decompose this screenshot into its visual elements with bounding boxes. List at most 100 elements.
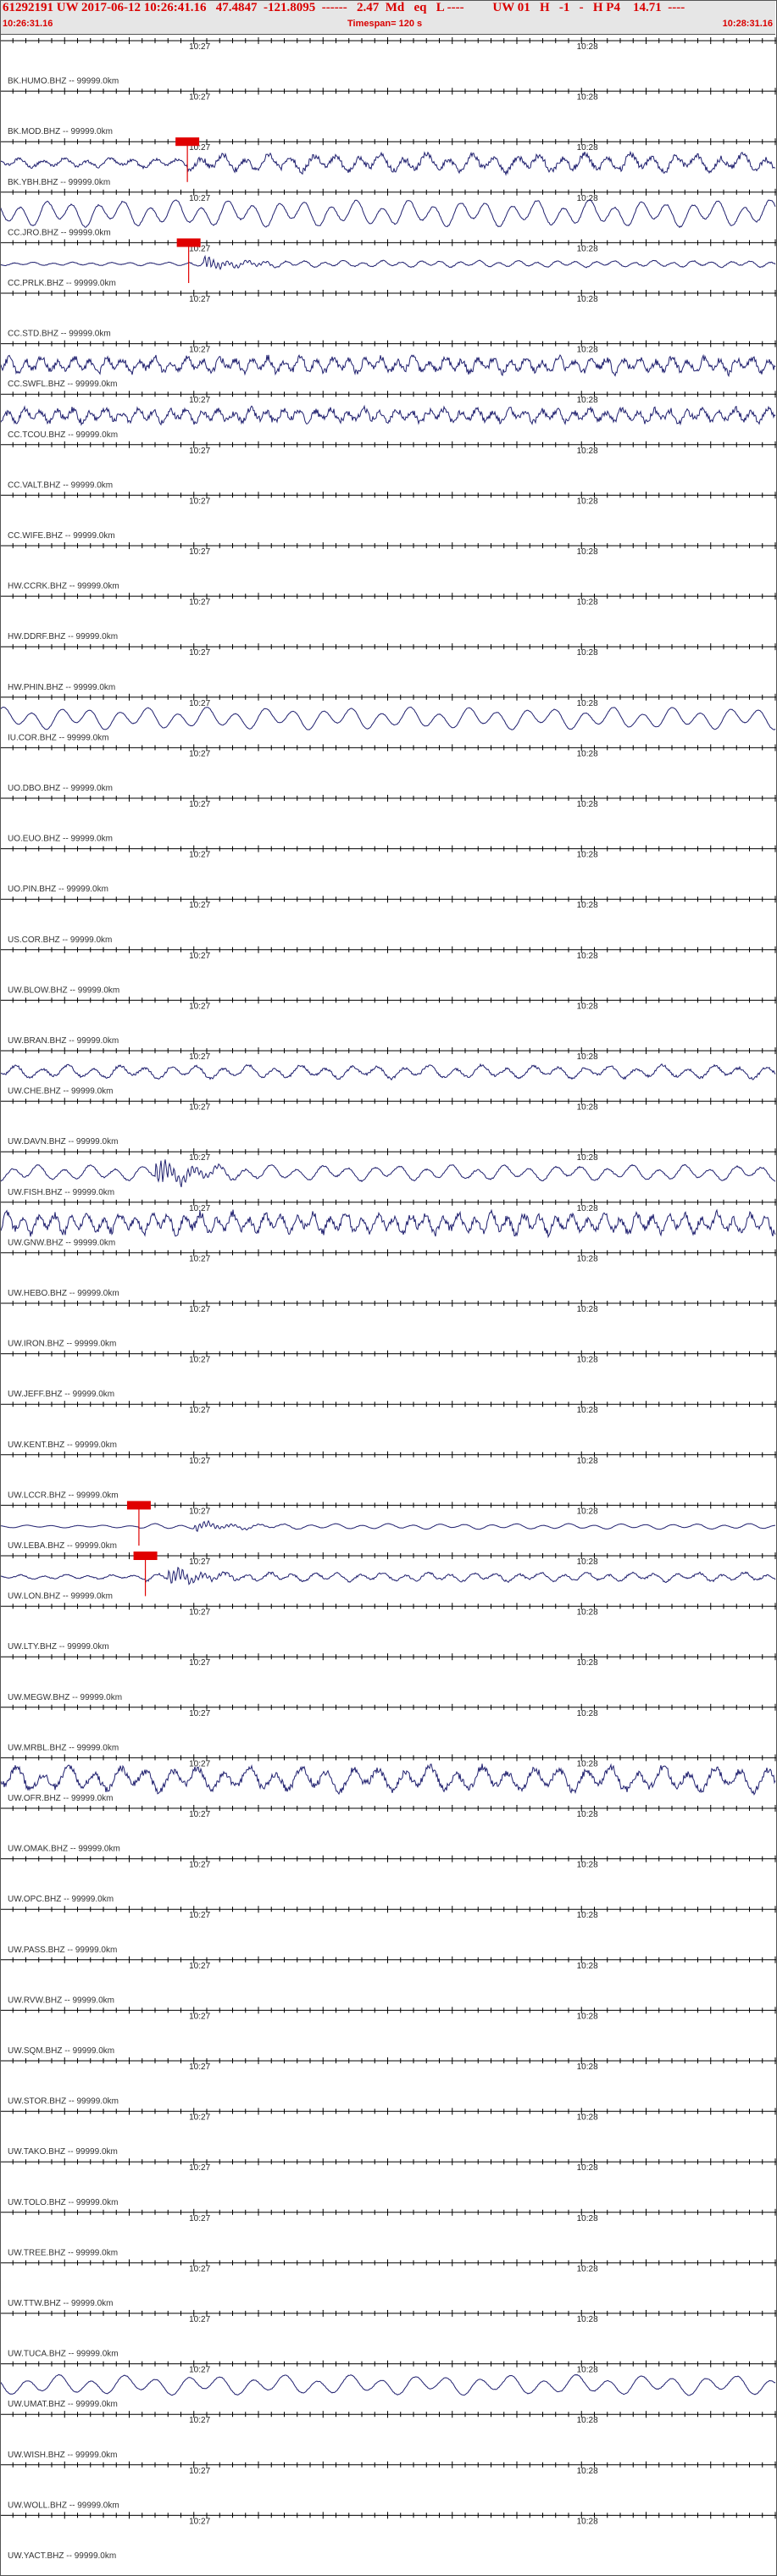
station-label: UW.SQM.BHZ -- 99999.0km xyxy=(8,2046,114,2056)
time-tick-label: 10:28 xyxy=(577,901,598,910)
station-row: 10:27 10:28 UW.SQM.BHZ -- 99999.0km xyxy=(0,2007,777,2056)
time-tick-label: 10:28 xyxy=(577,1103,598,1113)
station-label: UW.RVW.BHZ -- 99999.0km xyxy=(8,1996,114,2005)
time-tick-label: 10:28 xyxy=(577,1204,598,1213)
time-tick-label: 10:27 xyxy=(189,1658,210,1668)
event-summary-line: 61292191 UW 2017-06-12 10:26:41.16 47.48… xyxy=(3,1,685,14)
station-row: 10:27 10:28 HW.CCRK.BHZ -- 99999.0km xyxy=(0,542,777,591)
time-tick-label: 10:28 xyxy=(577,1557,598,1567)
time-tick-label: 10:28 xyxy=(577,1709,598,1718)
time-tick-label: 10:28 xyxy=(577,497,598,506)
waveform-trace xyxy=(0,353,776,378)
time-tick-label: 10:27 xyxy=(189,1052,210,1062)
station-row: 10:27 10:28 CC.WIFE.BHZ -- 99999.0km xyxy=(0,491,777,541)
time-tick-label: 10:28 xyxy=(577,1658,598,1668)
station-row: 10:27 10:28 UW.MRBL.BHZ -- 99999.0km xyxy=(0,1703,777,1752)
time-tick-label: 10:28 xyxy=(577,1254,598,1263)
time-tick-label: 10:28 xyxy=(577,1153,598,1163)
time-tick-label: 10:28 xyxy=(577,1861,598,1870)
station-label: BK.MOD.BHZ -- 99999.0km xyxy=(8,127,113,136)
waveform-trace xyxy=(0,1566,776,1585)
time-tick-label: 10:28 xyxy=(577,194,598,203)
time-tick-label: 10:28 xyxy=(577,648,598,658)
station-label: UW.FISH.BHZ -- 99999.0km xyxy=(8,1188,114,1197)
time-tick-label: 10:28 xyxy=(577,1052,598,1062)
station-label: UW.LON.BHZ -- 99999.0km xyxy=(8,1592,113,1602)
time-tick-label: 10:27 xyxy=(189,1002,210,1011)
station-label: UW.YACT.BHZ -- 99999.0km xyxy=(8,2551,116,2561)
time-tick-label: 10:27 xyxy=(189,1557,210,1567)
time-tick-label: 10:27 xyxy=(189,93,210,103)
station-label: CC.TCOU.BHZ -- 99999.0km xyxy=(8,430,118,440)
station-row: 10:27 10:28 US.COR.BHZ -- 99999.0km xyxy=(0,896,777,945)
waveform-trace xyxy=(0,706,776,730)
waveform-trace xyxy=(0,404,776,426)
station-row: 10:27 10:28BK.YBH.BHZ -- 99999.0km xyxy=(0,137,777,187)
station-label: UW.PASS.BHZ -- 99999.0km xyxy=(8,1946,117,1955)
time-tick-label: 10:28 xyxy=(577,2315,598,2324)
time-tick-label: 10:27 xyxy=(189,1254,210,1263)
time-tick-label: 10:28 xyxy=(577,1356,598,1365)
station-row: 10:27 10:28 UW.FISH.BHZ -- 99999.0km xyxy=(0,1148,777,1197)
station-row: 10:27 10:28 UO.DBO.BHZ -- 99999.0km xyxy=(0,744,777,793)
time-tick-label: 10:27 xyxy=(189,1507,210,1516)
station-row: 10:27 10:28 UW.TOLO.BHZ -- 99999.0km xyxy=(0,2158,777,2207)
time-tick-label: 10:27 xyxy=(189,1759,210,1768)
waveform-trace xyxy=(0,254,776,271)
station-row: 10:27 10:28 UW.STOR.BHZ -- 99999.0km xyxy=(0,2057,777,2107)
time-tick-label: 10:27 xyxy=(189,952,210,961)
time-tick-label: 10:28 xyxy=(577,1457,598,1466)
station-label: HW.CCRK.BHZ -- 99999.0km xyxy=(8,582,119,591)
waveform-trace xyxy=(0,1063,776,1081)
time-tick-label: 10:27 xyxy=(189,2113,210,2123)
time-tick-label: 10:27 xyxy=(189,295,210,304)
station-label: HW.PHIN.BHZ -- 99999.0km xyxy=(8,683,115,692)
station-row: 10:27 10:28 UW.TTW.BHZ -- 99999.0km xyxy=(0,2259,777,2308)
station-label: UW.HEBO.BHZ -- 99999.0km xyxy=(8,1289,119,1298)
waveform-trace xyxy=(0,199,776,229)
time-tick-label: 10:27 xyxy=(189,2163,210,2173)
time-tick-label: 10:28 xyxy=(577,1810,598,1819)
station-row: 10:27 10:28CC.PRLK.BHZ -- 99999.0km xyxy=(0,238,777,288)
time-tick-label: 10:28 xyxy=(577,1305,598,1314)
time-tick-label: 10:27 xyxy=(189,2517,210,2526)
time-tick-label: 10:27 xyxy=(189,2366,210,2375)
station-label: UO.DBO.BHZ -- 99999.0km xyxy=(8,784,113,793)
time-tick-label: 10:27 xyxy=(189,447,210,456)
timespan-label: Timespan= 120 s xyxy=(347,19,423,29)
station-label: UW.DAVN.BHZ -- 99999.0km xyxy=(8,1137,118,1146)
time-tick-label: 10:27 xyxy=(189,2062,210,2072)
station-row: 10:27 10:28 UW.TAKO.BHZ -- 99999.0km xyxy=(0,2107,777,2157)
time-tick-label: 10:27 xyxy=(189,1356,210,1365)
station-label: UW.STOR.BHZ -- 99999.0km xyxy=(8,2097,119,2107)
time-tick-label: 10:28 xyxy=(577,598,598,608)
time-tick-label: 10:27 xyxy=(189,346,210,355)
station-row: 10:27 10:28 UO.EUO.BHZ -- 99999.0km xyxy=(0,795,777,844)
time-tick-label: 10:28 xyxy=(577,2012,598,2021)
time-tick-label: 10:27 xyxy=(189,497,210,506)
station-row: 10:27 10:28 UW.CHE.BHZ -- 99999.0km xyxy=(0,1047,777,1096)
time-tick-label: 10:28 xyxy=(577,93,598,103)
station-label: UW.LTY.BHZ -- 99999.0km xyxy=(8,1642,109,1652)
time-tick-label: 10:28 xyxy=(577,749,598,758)
station-label: HW.DDRF.BHZ -- 99999.0km xyxy=(8,632,118,641)
station-label: UW.IRON.BHZ -- 99999.0km xyxy=(8,1340,116,1349)
time-tick-label: 10:27 xyxy=(189,1709,210,1718)
time-tick-label: 10:27 xyxy=(189,2214,210,2223)
time-tick-label: 10:28 xyxy=(577,2517,598,2526)
waveform-trace xyxy=(0,1763,776,1796)
station-label: UW.LEBA.BHZ -- 99999.0km xyxy=(8,1541,117,1551)
time-tick-label: 10:28 xyxy=(577,1002,598,1011)
waveform-trace xyxy=(0,1159,776,1188)
station-row: 10:27 10:28 UW.TREE.BHZ -- 99999.0km xyxy=(0,2208,777,2257)
station-row: 10:27 10:28 UW.LON.BHZ -- 99999.0km xyxy=(0,1552,777,1602)
time-tick-label: 10:28 xyxy=(577,2366,598,2375)
time-tick-label: 10:27 xyxy=(189,598,210,608)
station-row: 10:27 10:28 CC.SWFL.BHZ -- 99999.0km xyxy=(0,340,777,389)
station-label: UW.GNW.BHZ -- 99999.0km xyxy=(8,1238,115,1247)
station-label: UW.TREE.BHZ -- 99999.0km xyxy=(8,2248,118,2257)
station-label: UW.CHE.BHZ -- 99999.0km xyxy=(8,1087,113,1096)
station-row: 10:27 10:28 CC.TCOU.BHZ -- 99999.0km xyxy=(0,391,777,440)
time-tick-label: 10:28 xyxy=(577,346,598,355)
time-tick-label: 10:27 xyxy=(189,194,210,203)
